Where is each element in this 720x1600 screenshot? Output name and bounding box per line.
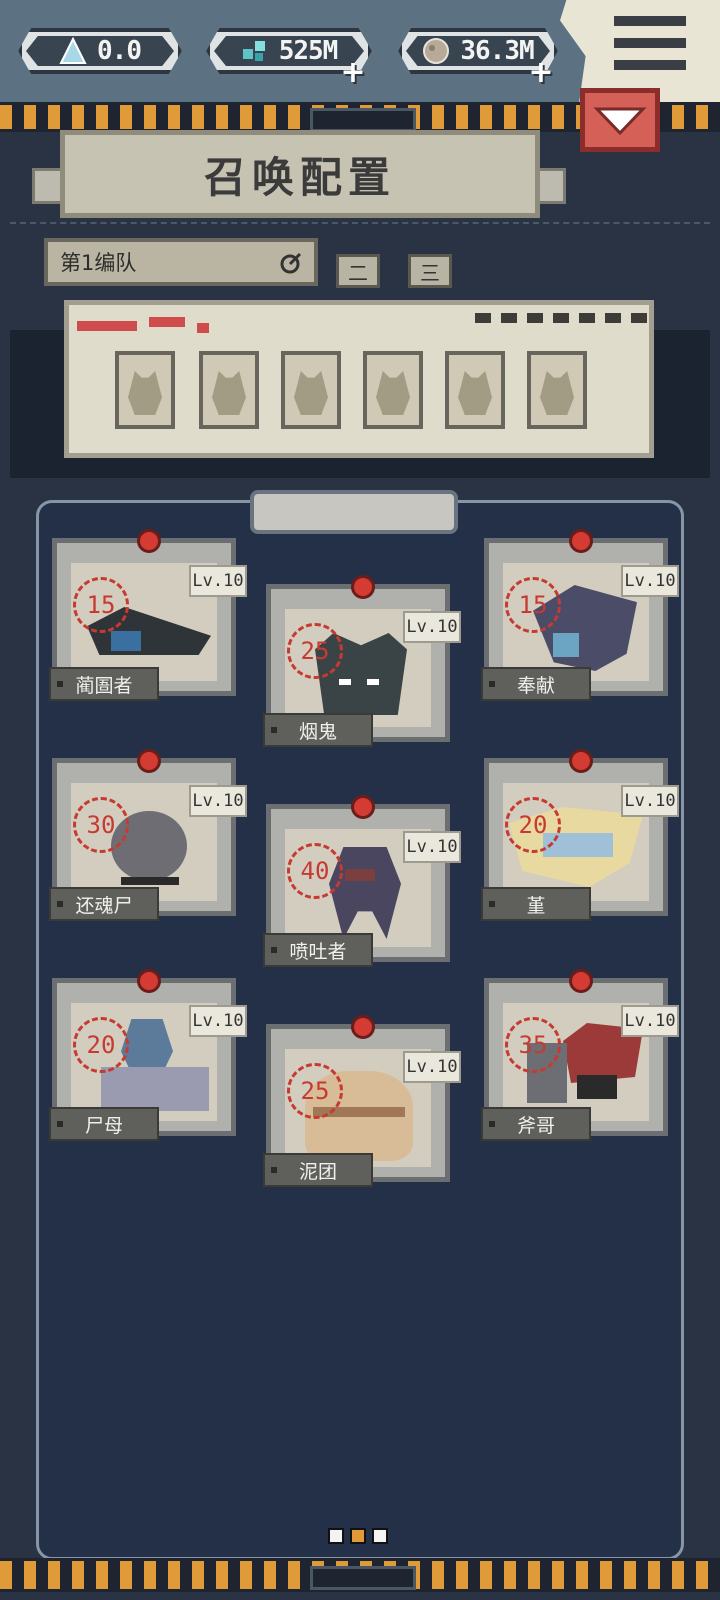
summon-card[interactable]: 20 Lv.10 堇 [481, 749, 679, 921]
triangle-crystal-icon [59, 37, 87, 64]
level-badge: Lv.10 [621, 785, 679, 817]
formation-marker [149, 317, 185, 327]
edit-icon [280, 252, 302, 274]
cost-badge: 15 [73, 577, 129, 633]
formation-slot-6[interactable] [527, 351, 587, 429]
formation-slot-5[interactable] [445, 351, 505, 429]
formation-card [64, 300, 654, 458]
formation-dash [475, 313, 491, 323]
pin-icon [569, 969, 593, 993]
collapse-button[interactable] [580, 88, 660, 152]
stone-orb-icon [423, 38, 450, 64]
page-title: 召唤配置 [203, 152, 396, 202]
card-name: 泥团 [263, 1153, 373, 1187]
card-name: 蔺圄者 [49, 667, 159, 701]
page-dot[interactable] [328, 1528, 344, 1544]
cost-badge: 20 [73, 1017, 129, 1073]
formation-slot-1[interactable] [115, 351, 175, 429]
cost-badge: 25 [287, 623, 343, 679]
level-badge: Lv.10 [621, 565, 679, 597]
level-badge: Lv.10 [189, 565, 247, 597]
cost-badge: 25 [287, 1063, 343, 1119]
pin-icon [137, 969, 161, 993]
page-dot[interactable] [372, 1528, 388, 1544]
card-name: 尸母 [49, 1107, 159, 1141]
formation-slot-4[interactable] [363, 351, 423, 429]
team-tab-3[interactable]: 三 [408, 254, 452, 288]
panel-handle[interactable] [250, 490, 458, 534]
page-dot-active[interactable] [350, 1528, 366, 1544]
formation-dash [527, 313, 543, 323]
team-dropdown[interactable]: 第1编队 [44, 238, 318, 286]
card-name: 堇 [481, 887, 591, 921]
level-badge: Lv.10 [403, 1051, 461, 1083]
divider-line [10, 222, 710, 226]
stripe-knob [310, 108, 416, 132]
level-badge: Lv.10 [189, 785, 247, 817]
summon-card[interactable]: 30 Lv.10 还魂尸 [49, 749, 247, 921]
summon-card[interactable]: 40 Lv.10 喷吐者 [263, 795, 461, 967]
card-name: 奉献 [481, 667, 591, 701]
card-name: 喷吐者 [263, 933, 373, 967]
gem-value: 525M [278, 36, 339, 66]
level-badge: Lv.10 [403, 611, 461, 643]
stone-value: 36.3M [460, 36, 534, 66]
pin-icon [569, 529, 593, 553]
pin-icon [351, 795, 375, 819]
cost-badge: 35 [505, 1017, 561, 1073]
pin-icon [351, 1015, 375, 1039]
hamburger-line [614, 60, 686, 70]
pin-icon [137, 529, 161, 553]
team-tab-2[interactable]: 二 [336, 254, 380, 288]
page-indicator [328, 1528, 388, 1544]
formation-dash [605, 313, 621, 323]
formation-marker [77, 321, 137, 331]
crystal-resource[interactable]: 0.0 [18, 28, 182, 74]
level-badge: Lv.10 [403, 831, 461, 863]
formation-marker [197, 323, 209, 333]
cost-badge: 20 [505, 797, 561, 853]
pin-icon [569, 749, 593, 773]
cost-badge: 30 [73, 797, 129, 853]
stripe-knob [310, 1566, 416, 1590]
formation-dash [553, 313, 569, 323]
crystal-value: 0.0 [97, 36, 142, 66]
card-name: 还魂尸 [49, 887, 159, 921]
team-dropdown-label: 第1编队 [60, 251, 137, 275]
card-name: 斧哥 [481, 1107, 591, 1141]
level-badge: Lv.10 [189, 1005, 247, 1037]
summon-card[interactable]: 15 Lv.10 奉献 [481, 529, 679, 701]
pin-icon [137, 749, 161, 773]
add-gem-button[interactable]: + [340, 58, 366, 88]
formation-slot-2[interactable] [199, 351, 259, 429]
pin-icon [351, 575, 375, 599]
title-plate: 召唤配置 [60, 130, 540, 218]
formation-dash [631, 313, 647, 323]
formation-dash [579, 313, 595, 323]
summon-card[interactable]: 25 Lv.10 泥团 [263, 1015, 461, 1187]
formation-dash [501, 313, 517, 323]
main-menu-button[interactable] [560, 0, 720, 102]
card-name: 烟鬼 [263, 713, 373, 747]
summon-card[interactable]: 25 Lv.10 烟鬼 [263, 575, 461, 747]
summon-card[interactable]: 35 Lv.10 斧哥 [481, 969, 679, 1141]
hamburger-line [614, 38, 686, 48]
chevron-down-icon [593, 107, 647, 136]
gem-cluster-icon [242, 41, 265, 61]
summon-card[interactable]: 15 Lv.10 蔺圄者 [49, 529, 247, 701]
formation-slot-3[interactable] [281, 351, 341, 429]
level-badge: Lv.10 [621, 1005, 679, 1037]
summon-card[interactable]: 20 Lv.10 尸母 [49, 969, 247, 1141]
cost-badge: 15 [505, 577, 561, 633]
hamburger-icon [614, 16, 686, 26]
add-stone-button[interactable]: + [528, 58, 554, 88]
cost-badge: 40 [287, 843, 343, 899]
